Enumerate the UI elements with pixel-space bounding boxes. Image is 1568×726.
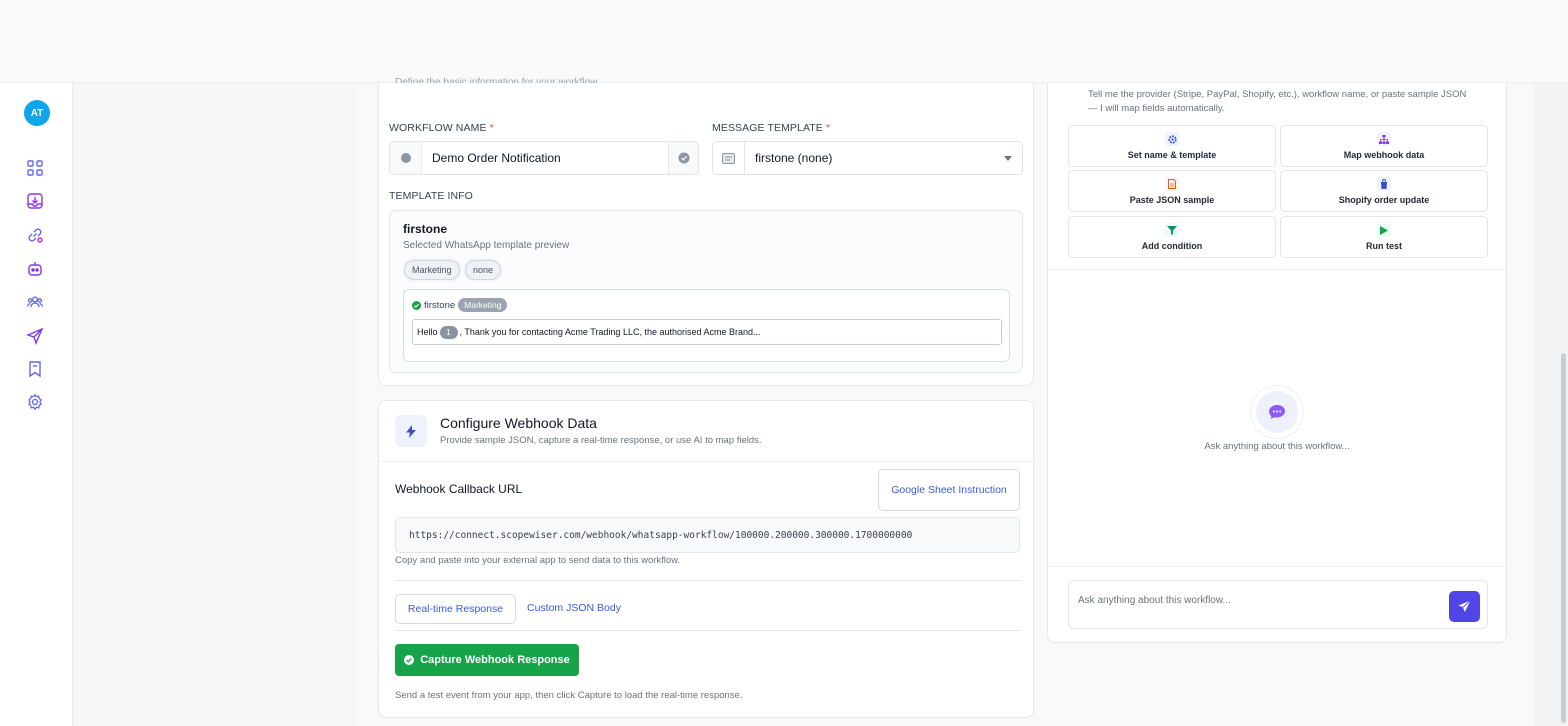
filter-icon bbox=[1165, 223, 1179, 237]
check-circle-icon bbox=[404, 655, 415, 665]
webhook-subtitle: Provide sample JSON, capture a real-time… bbox=[440, 435, 762, 446]
template-info-panel: firstone Selected WhatsApp template prev… bbox=[389, 210, 1023, 373]
divider bbox=[395, 580, 1020, 581]
message-template-select[interactable]: firstone (none) bbox=[712, 141, 1023, 175]
action-map-webhook-data[interactable]: Map webhook data bbox=[1280, 125, 1488, 167]
capture-help: Send a test event from your app, then cl… bbox=[395, 690, 743, 701]
google-sheet-instruction-button[interactable]: Google Sheet Instruction bbox=[878, 469, 1020, 511]
action-shopify-order-update[interactable]: Shopify order update bbox=[1280, 170, 1488, 212]
tab-custom-json-body[interactable]: Custom JSON Body bbox=[527, 602, 621, 614]
message-template-value: firstone (none) bbox=[755, 151, 833, 165]
variable-pill: 1 bbox=[439, 325, 458, 339]
body-suffix: , Thank you for contacting Acme Trading … bbox=[459, 327, 761, 337]
preview-header: firstone Marketing bbox=[412, 298, 508, 312]
category-chip: Marketing bbox=[404, 260, 460, 280]
inbox-download-icon[interactable] bbox=[26, 192, 44, 210]
settings-icon[interactable] bbox=[26, 393, 44, 411]
workflow-name-value: Demo Order Notification bbox=[432, 151, 561, 165]
callback-url-field[interactable]: https://connect.scopewiser.com/webhook/w… bbox=[395, 517, 1020, 553]
template-subtitle: Selected WhatsApp template preview bbox=[403, 240, 570, 251]
gear-icon bbox=[1165, 132, 1179, 146]
tab-real-time-response[interactable]: Real-time Response bbox=[395, 594, 516, 624]
callback-url-label: Webhook Callback URL bbox=[395, 482, 523, 496]
sitemap-icon bbox=[1377, 132, 1391, 146]
preview-template-name: firstone bbox=[424, 299, 456, 311]
action-label: Set name & template bbox=[1127, 150, 1217, 160]
divider bbox=[1048, 269, 1506, 270]
check-badge-icon bbox=[668, 142, 698, 174]
circle-icon bbox=[390, 142, 422, 174]
action-set-name-template[interactable]: Set name & template bbox=[1068, 125, 1276, 167]
divider bbox=[395, 630, 1020, 631]
paper-plane-icon bbox=[1458, 600, 1471, 612]
workflow-name-label: WORKFLOW NAME * bbox=[389, 122, 494, 134]
shopping-bag-icon bbox=[1377, 177, 1391, 191]
left-padding bbox=[74, 83, 358, 726]
body-prefix: Hello bbox=[417, 327, 438, 337]
action-label: Paste JSON sample bbox=[1129, 195, 1215, 205]
chat-bubble-icon bbox=[1250, 385, 1304, 439]
action-run-test[interactable]: Run test bbox=[1280, 216, 1488, 258]
capture-webhook-response-button[interactable]: Capture Webhook Response bbox=[395, 644, 579, 676]
top-bar bbox=[0, 0, 1568, 83]
avatar[interactable]: AT bbox=[24, 100, 50, 126]
preview-message-body: Hello 1 , Thank you for contacting Acme … bbox=[412, 319, 1002, 345]
action-paste-json-sample[interactable]: Paste JSON sample bbox=[1068, 170, 1276, 212]
capture-button-label: Capture Webhook Response bbox=[420, 654, 570, 666]
template-info-label: TEMPLATE INFO bbox=[389, 190, 473, 202]
divider bbox=[1048, 566, 1506, 567]
link-settings-icon[interactable] bbox=[26, 226, 44, 244]
language-chip: none bbox=[465, 260, 502, 280]
bolt-icon bbox=[395, 415, 427, 447]
divider bbox=[379, 461, 1035, 462]
action-label: Shopify order update bbox=[1338, 195, 1430, 205]
assistant-chat-input[interactable]: Ask anything about this workflow... bbox=[1068, 580, 1488, 629]
contacts-icon[interactable] bbox=[26, 293, 44, 311]
send-button[interactable] bbox=[1449, 591, 1480, 622]
assistant-empty-text: Ask anything about this workflow... bbox=[1204, 441, 1350, 452]
check-circle-icon bbox=[412, 300, 421, 310]
scrollbar-thumb[interactable] bbox=[1561, 353, 1566, 723]
action-label: Add condition bbox=[1141, 241, 1203, 251]
send-icon[interactable] bbox=[26, 327, 44, 345]
webhook-card: Configure Webhook Data Provide sample JS… bbox=[378, 400, 1035, 718]
webhook-title: Configure Webhook Data bbox=[440, 415, 597, 431]
action-label: Map webhook data bbox=[1343, 150, 1425, 160]
bot-icon[interactable] bbox=[26, 260, 44, 278]
chat-input-placeholder: Ask anything about this workflow... bbox=[1078, 595, 1231, 606]
chevron-down-icon bbox=[994, 155, 1022, 161]
action-label: Run test bbox=[1366, 241, 1402, 251]
assistant-panel: Tell me the provider (Stripe, PayPal, Sh… bbox=[1047, 83, 1507, 643]
file-icon bbox=[1165, 177, 1179, 191]
message-template-label: MESSAGE TEMPLATE * bbox=[712, 122, 831, 134]
template-card-icon bbox=[713, 142, 745, 174]
assistant-help-text: Tell me the provider (Stripe, PayPal, Sh… bbox=[1088, 89, 1467, 114]
callback-url-help: Copy and paste into your external app to… bbox=[395, 555, 681, 566]
page-scrollbar[interactable] bbox=[1534, 83, 1568, 726]
play-icon bbox=[1377, 223, 1391, 237]
workflow-name-field[interactable]: Demo Order Notification bbox=[389, 141, 699, 175]
preview-category-badge: Marketing bbox=[458, 298, 508, 312]
nav-rail: AT bbox=[0, 83, 73, 726]
bookmark-icon[interactable] bbox=[26, 360, 44, 378]
dashboard-icon[interactable] bbox=[26, 159, 44, 177]
template-name: firstone bbox=[403, 222, 448, 236]
section-description: Define the basic information for your wo… bbox=[395, 77, 600, 83]
template-preview: firstone Marketing Hello 1 , Thank you f… bbox=[403, 289, 1010, 362]
action-add-condition[interactable]: Add condition bbox=[1068, 216, 1276, 258]
